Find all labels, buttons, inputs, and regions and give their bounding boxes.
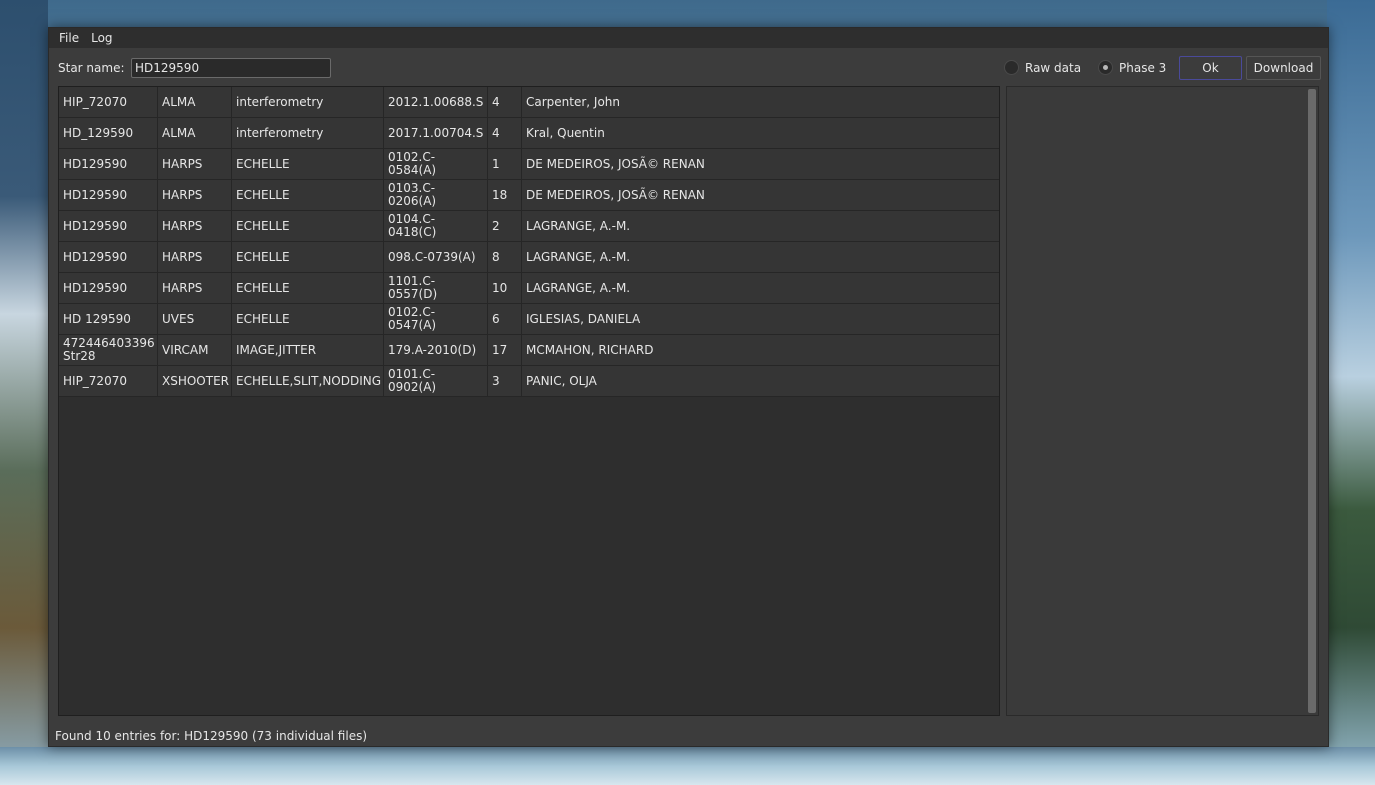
- desktop-wallpaper-left: [0, 0, 48, 785]
- cell-file-count: 1: [488, 149, 522, 179]
- cell-mode: ECHELLE: [232, 242, 384, 272]
- cell-mode: IMAGE,JITTER: [232, 335, 384, 365]
- cell-file-count: 2: [488, 211, 522, 241]
- cell-instrument: XSHOOTER: [158, 366, 232, 396]
- table-row[interactable]: HD129590 HARPS ECHELLE 0102.C-0584(A) 1 DE ME…: [59, 149, 999, 180]
- cell-target: HD129590: [59, 273, 158, 303]
- cell-pi-name: DE MEDEIROS, JOSÃ© RENAN: [526, 156, 705, 171]
- cell-mode: ECHELLE: [232, 149, 384, 179]
- cell-instrument: HARPS: [158, 273, 232, 303]
- cell-program-id: 0101.C-0902(A): [384, 366, 488, 396]
- cell-program-id: 179.A-2010(D): [384, 335, 488, 365]
- table-row[interactable]: HD129590 HARPS ECHELLE 0104.C-0418(C) 2 LAGRA…: [59, 211, 999, 242]
- cell-instrument: UVES: [158, 304, 232, 334]
- cell-target: HD129590: [59, 180, 158, 210]
- cell-program-id: 0103.C-0206(A): [384, 180, 488, 210]
- cell-file-count: 4: [488, 87, 522, 117]
- cell-target: HD129590: [59, 149, 158, 179]
- desktop-wallpaper-right: [1327, 0, 1375, 785]
- cell-target: HD129590: [59, 211, 158, 241]
- cell-target: HD 129590: [59, 304, 158, 334]
- table-row[interactable]: HIP_72070 ALMA interferometry 2012.1.00688.…: [59, 87, 999, 118]
- cell-mode: ECHELLE: [232, 304, 384, 334]
- details-panel: [1006, 86, 1319, 716]
- cell-mode: interferometry: [232, 87, 384, 117]
- cell-target: HD129590: [59, 242, 158, 272]
- menubar: File Log: [49, 28, 1328, 48]
- cell-file-count: 8: [488, 242, 522, 272]
- cell-program-id: 2017.1.00704.S: [384, 118, 488, 148]
- cell-mode: interferometry: [232, 118, 384, 148]
- table-row[interactable]: HIP_72070 XSHOOTER ECHELLE,SLIT,NODDING 010…: [59, 366, 999, 397]
- menu-log[interactable]: Log: [85, 28, 118, 48]
- radio-dot-phase3: [1098, 60, 1113, 75]
- app-window: File Log Star name: Raw data Phase 3 Ok …: [48, 27, 1329, 747]
- cell-target: HIP_72070: [59, 366, 158, 396]
- cell-instrument: ALMA: [158, 118, 232, 148]
- table-body: HIP_72070 ALMA interferometry 2012.1.00688.…: [59, 87, 999, 397]
- cell-pi-name: LAGRANGE, A.-M.: [526, 218, 631, 233]
- cell-mode: ECHELLE,SLIT,NODDING: [232, 366, 384, 396]
- cell-instrument: VIRCAM: [158, 335, 232, 365]
- cell-mode: ECHELLE: [232, 273, 384, 303]
- cell-instrument: HARPS: [158, 180, 232, 210]
- cell-program-id: 2012.1.00688.S: [384, 87, 488, 117]
- phase3-label: Phase 3: [1119, 60, 1167, 75]
- cell-file-count: 18: [488, 180, 522, 210]
- table-row[interactable]: HD_129590 ALMA interferometry 2017.1.00704.…: [59, 118, 999, 149]
- cell-pi-name: DE MEDEIROS, JOSÃ© RENAN: [526, 187, 705, 202]
- cell-pi-name: LAGRANGE, A.-M.: [526, 249, 631, 264]
- cell-instrument: ALMA: [158, 87, 232, 117]
- cell-program-id: 0102.C-0584(A): [384, 149, 488, 179]
- raw-data-label: Raw data: [1025, 60, 1082, 75]
- cell-pi-name: MCMAHON, RICHARD: [526, 342, 654, 357]
- ok-button[interactable]: Ok: [1179, 56, 1242, 80]
- cell-pi-name: PANIC, OLJA: [526, 373, 597, 388]
- cell-instrument: HARPS: [158, 149, 232, 179]
- table-row[interactable]: HD129590 HARPS ECHELLE 0103.C-0206(A) 18 DE M…: [59, 180, 999, 211]
- cell-instrument: HARPS: [158, 242, 232, 272]
- cell-mode: ECHELLE: [232, 180, 384, 210]
- cell-mode: ECHELLE: [232, 211, 384, 241]
- toolbar: Star name: Raw data Phase 3 Ok Download: [49, 48, 1328, 86]
- cell-instrument: HARPS: [158, 211, 232, 241]
- cell-file-count: 10: [488, 273, 522, 303]
- table-row[interactable]: HD 129590 UVES ECHELLE 0102.C-0547(A) 6 IGLES…: [59, 304, 999, 335]
- cell-pi-name: LAGRANGE, A.-M.: [526, 280, 631, 295]
- cell-pi-name: Carpenter, John: [526, 94, 621, 109]
- phase3-radio[interactable]: Phase 3: [1098, 60, 1166, 75]
- status-bar: Found 10 entries for: HD129590 (73 indiv…: [55, 729, 368, 743]
- raw-data-radio[interactable]: Raw data: [1004, 60, 1081, 75]
- cell-file-count: 4: [488, 118, 522, 148]
- cell-program-id: 1101.C-0557(D): [384, 273, 488, 303]
- desktop-wallpaper-bottom: [0, 747, 1375, 785]
- cell-pi-name: IGLESIAS, DANIELA: [526, 311, 641, 326]
- cell-file-count: 6: [488, 304, 522, 334]
- star-name-input[interactable]: [131, 58, 331, 78]
- details-scrollbar[interactable]: [1308, 89, 1316, 713]
- cell-program-id: 098.C-0739(A): [384, 242, 488, 272]
- cell-pi-name: Kral, Quentin: [526, 125, 605, 140]
- cell-program-id: 0104.C-0418(C): [384, 211, 488, 241]
- cell-program-id: 0102.C-0547(A): [384, 304, 488, 334]
- cell-file-count: 17: [488, 335, 522, 365]
- star-name-label: Star name:: [58, 61, 125, 75]
- cell-file-count: 3: [488, 366, 522, 396]
- results-table: HIP_72070 ALMA interferometry 2012.1.00688.…: [58, 86, 1000, 716]
- table-row[interactable]: 472446403396 Str28 VIRCAM IMAGE,JITTER 179.…: [59, 335, 999, 366]
- table-row[interactable]: HD129590 HARPS ECHELLE 098.C-0739(A) 8 LAGRAN…: [59, 242, 999, 273]
- radio-dot-raw: [1004, 60, 1019, 75]
- menu-file[interactable]: File: [53, 28, 85, 48]
- cell-target: HIP_72070: [59, 87, 158, 117]
- cell-target: 472446403396 Str28: [59, 335, 158, 365]
- table-row[interactable]: HD129590 HARPS ECHELLE 1101.C-0557(D) 10 LAGR…: [59, 273, 999, 304]
- download-button[interactable]: Download: [1246, 56, 1321, 80]
- cell-target: HD_129590: [59, 118, 158, 148]
